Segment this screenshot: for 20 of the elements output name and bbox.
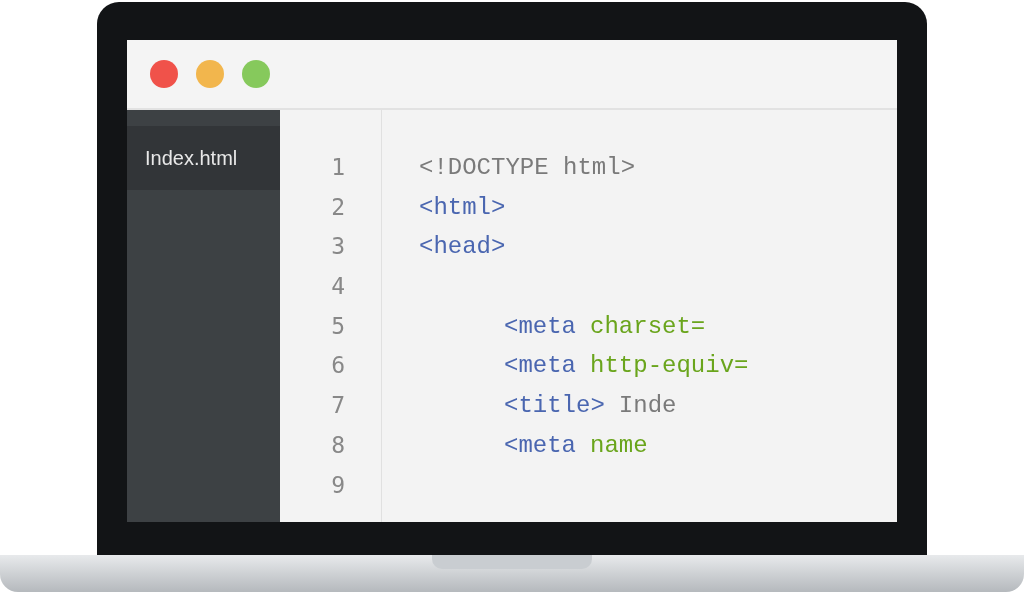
code-line: <meta charset= [504, 311, 706, 342]
line-number: 7 [331, 391, 345, 421]
line-number: 5 [331, 311, 345, 341]
window-control-button[interactable] [242, 60, 270, 88]
code-line: <title> Inde [504, 390, 677, 421]
code-line: <meta name [504, 430, 648, 461]
line-number: 9 [331, 470, 345, 500]
window-control-button[interactable] [196, 60, 224, 88]
line-number: 1 [331, 153, 345, 182]
code-line: <head> [419, 232, 506, 263]
line-number: 4 [331, 272, 345, 302]
code-line: <meta http-equiv= [504, 351, 749, 382]
window-control-button[interactable] [150, 60, 178, 88]
line-number: 8 [331, 430, 345, 460]
line-number: 6 [331, 351, 345, 381]
line-number: 3 [331, 232, 345, 262]
code-line: <!DOCTYPE html> [419, 152, 636, 183]
line-number: 2 [331, 192, 345, 222]
code-line: <html> [419, 192, 506, 223]
file-item[interactable]: Index.html [127, 126, 280, 190]
